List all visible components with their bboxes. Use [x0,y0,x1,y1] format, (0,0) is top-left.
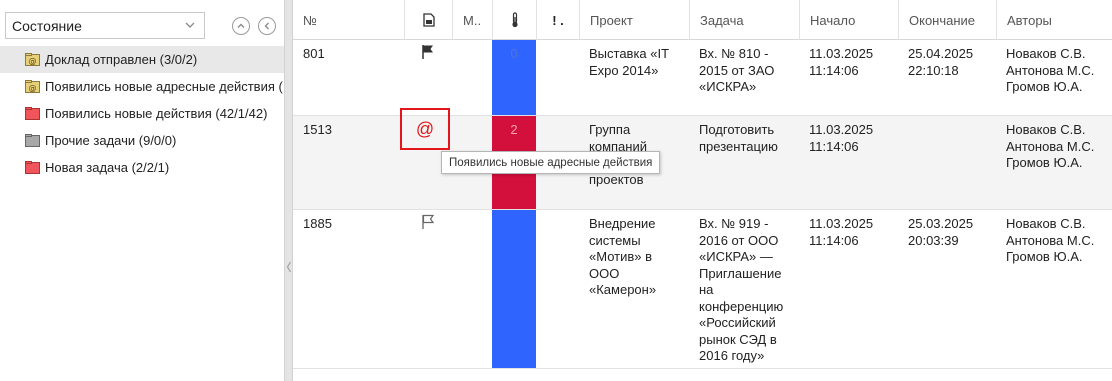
col-header-num[interactable]: № [293,0,404,40]
col-header-priority[interactable]: ! . [536,0,579,40]
flag-filled-icon[interactable] [420,44,436,60]
svg-text:@: @ [29,84,37,93]
col-header-temperature[interactable] [492,0,536,40]
cell-end [898,116,996,122]
collapse-up-button[interactable] [232,17,250,35]
marker-cell [404,210,452,230]
marker-cell [404,40,452,60]
col-header-start[interactable]: Начало [799,0,898,40]
folder-icon [25,134,40,147]
cell-start: 11.03.2025 11:14:06 [809,216,874,248]
cell-start: 11.03.2025 11:14:06 [809,122,874,154]
col-header-authors[interactable]: Авторы [996,0,1112,40]
cell-end: 25.03.2025 20:03:39 [908,216,974,248]
folder-list: @ Доклад отправлен (3/0/2) @ Появились н… [0,46,284,181]
document-icon [422,13,435,27]
cell-num: 801 [303,46,325,61]
cell-project: Внедрение системы «Мотив» в ООО «Камерон… [589,216,657,297]
tooltip: Появились новые адресные действия [441,151,661,174]
grid-header: № М.. ! . Проект Задача Начало Окончание… [293,0,1112,40]
col-header-document[interactable] [404,0,452,40]
table-row[interactable]: 1885 Внедрение системы «Мотив» в ООО «Ка… [293,210,1112,369]
cell-num: 1513 [303,122,332,137]
cell-task: Вх. № 810 - 2015 от ЗАО «ИСКРА» [699,46,775,94]
col-header-project[interactable]: Проект [579,0,689,40]
cell-authors: Новаков С.В. Антонова М.С. Громов Ю.А. [1006,122,1095,170]
thermometer-icon [511,12,518,28]
cell-authors: Новаков С.В. Антонова М.С. Громов Ю.А. [1006,46,1095,94]
col-header-m[interactable]: М.. [452,0,492,40]
temperature-cell [492,210,536,368]
cell-task: Подготовить презентацию [699,122,778,154]
folder-item[interactable]: @ Появились новые адресные действия ( [0,73,284,100]
temperature-cell: 0 [492,40,536,115]
cell-num: 1885 [303,216,332,231]
cell-authors: Новаков С.В. Антонова М.С. Громов Ю.А. [1006,216,1095,264]
grip-icon [286,261,292,273]
panel-splitter[interactable] [284,0,293,381]
cell-start: 11.03.2025 11:14:06 [809,46,874,78]
folder-item[interactable]: Прочие задачи (9/0/0) [0,127,284,154]
at-folder-icon: @ [25,53,40,66]
chevron-up-icon [237,23,245,28]
cell-project: Выставка «IT Expo 2014» [589,46,669,78]
state-filter-select[interactable]: Состояние [5,12,205,39]
folder-item[interactable]: Новая задача (2/2/1) [0,154,284,181]
col-header-end[interactable]: Окончание [898,0,996,40]
address-action-marker[interactable]: @ [400,108,450,150]
cell-end: 25.04.2025 22:10:18 [908,46,974,78]
folder-icon [25,161,40,174]
cell-task: Вх. № 919 - 2016 от ООО «ИСКРА» — Пригла… [699,216,784,363]
tasks-grid: № М.. ! . Проект Задача Начало Окончание… [293,0,1112,381]
chevron-down-icon [185,22,195,28]
folder-item[interactable]: Появились новые действия (42/1/42) [0,100,284,127]
chevron-left-icon [264,22,269,30]
at-folder-icon: @ [25,80,40,93]
col-header-task[interactable]: Задача [689,0,799,40]
svg-text:@: @ [29,57,37,66]
collapse-left-button[interactable] [258,17,276,35]
folder-icon [25,107,40,120]
flag-outline-icon[interactable] [420,214,436,230]
folder-panel: Состояние @ Доклад отправлен (3/0/2) @ П… [0,0,284,381]
table-row[interactable]: 801 0 Выставка «IT Expo 2014» Вх. № 810 … [293,40,1112,116]
state-filter-value: Состояние [12,17,82,34]
folder-item[interactable]: @ Доклад отправлен (3/0/2) [0,46,284,73]
